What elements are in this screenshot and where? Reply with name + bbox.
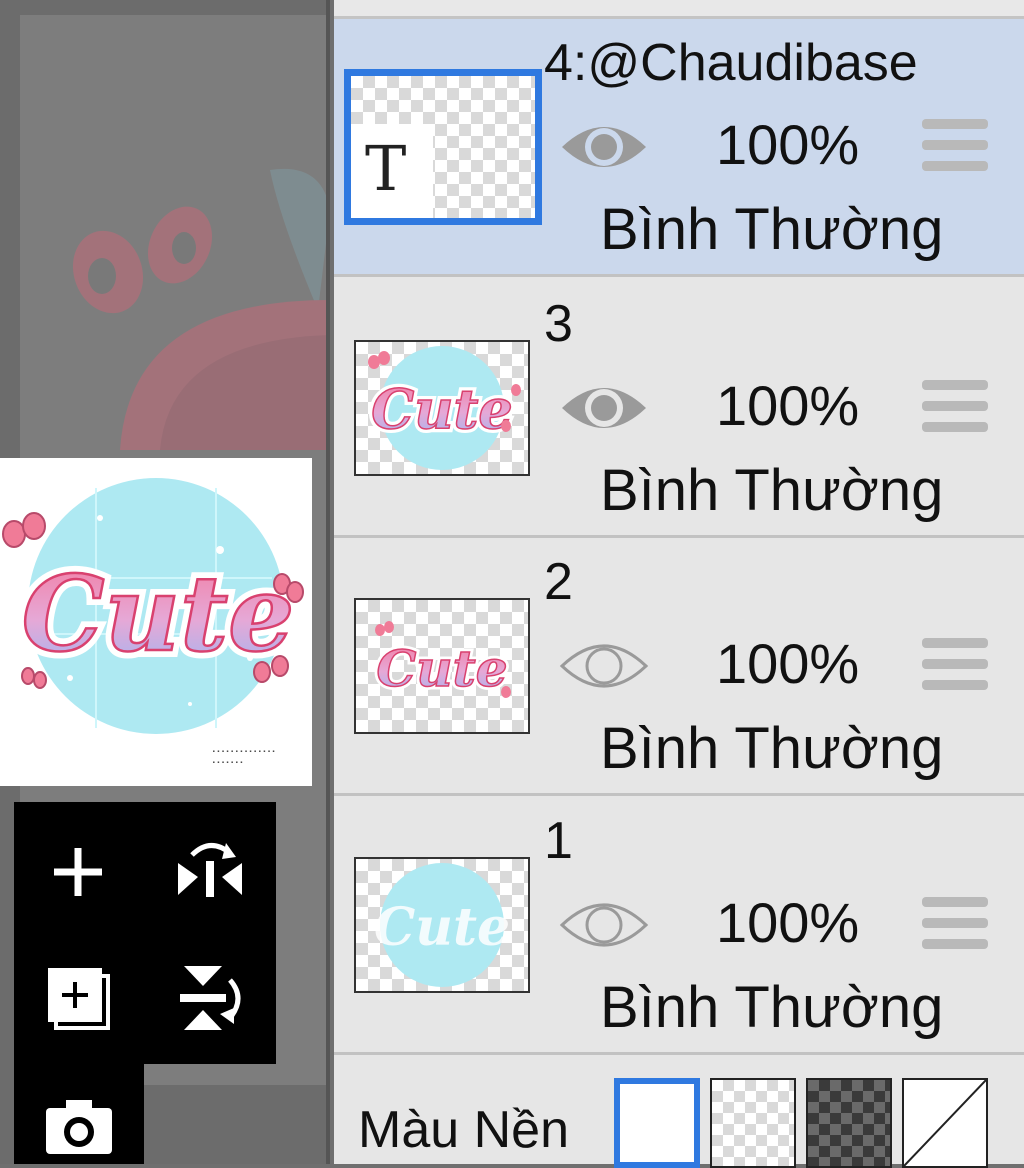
watermark: ▪▪▪▪▪▪▪▪▪▪▪▪▪▪ [212, 748, 277, 755]
eye-open-icon [562, 388, 646, 428]
layer-row-2[interactable]: Cute Cute 2 100% Bình Thường [334, 538, 1024, 796]
layer-tools-panel [14, 802, 276, 1064]
visibility-toggle[interactable] [558, 636, 650, 696]
diagonal-split-icon [904, 1080, 986, 1166]
drag-handle-icon[interactable] [922, 897, 988, 957]
visibility-toggle[interactable] [558, 895, 650, 955]
text-layer-glyph: T [365, 132, 407, 205]
drag-handle-icon[interactable] [922, 380, 988, 440]
camera-icon [46, 1100, 112, 1154]
blend-mode[interactable]: Bình Thường [600, 462, 943, 520]
blend-mode[interactable]: Bình Thường [600, 979, 943, 1037]
eye-closed-icon [559, 644, 649, 688]
drag-handle-icon[interactable] [922, 119, 988, 179]
flip-horizontal-button[interactable] [168, 830, 252, 914]
layer-name: 2 [544, 553, 573, 611]
blend-mode[interactable]: Bình Thường [600, 720, 943, 778]
layer-name: 3 [544, 295, 573, 353]
svg-text:Cute: Cute [22, 552, 295, 675]
visibility-toggle[interactable] [558, 378, 650, 438]
layer-opacity[interactable]: 100% [716, 895, 859, 951]
layer-thumbnail[interactable]: T [344, 69, 542, 225]
blend-mode[interactable]: Bình Thường [600, 201, 943, 259]
layer-row-1[interactable]: Cute 1 100% Bình Thường [334, 797, 1024, 1055]
svg-text:Cute: Cute [371, 377, 513, 441]
layer-thumbnail-art: Cute Cute [367, 346, 521, 470]
layer-opacity[interactable]: 100% [716, 378, 859, 434]
flip-vertical-button[interactable] [168, 956, 252, 1040]
flip-vertical-icon [180, 966, 241, 1030]
background-split-swatch[interactable] [902, 1078, 988, 1168]
layer-panel: T 4:@Chaudibase 100% Bình Thường Cute Cu… [334, 0, 1024, 1168]
layer-thumbnail[interactable]: Cute Cute [354, 598, 530, 734]
background-color-row: Màu Nền [334, 1056, 1024, 1168]
layer-name: 4:@Chaudibase [544, 34, 918, 92]
drag-handle-icon[interactable] [922, 638, 988, 698]
background-dark-checker-swatch[interactable] [806, 1078, 892, 1168]
background-white-swatch[interactable] [614, 1078, 700, 1168]
layer-row-3[interactable]: Cute Cute 3 100% Bình Thường [334, 280, 1024, 538]
layer-panel-top [334, 0, 1024, 19]
add-layer-button[interactable] [36, 830, 120, 914]
svg-text:Cute: Cute [376, 639, 507, 698]
drawing-canvas[interactable]: Cute Cute ▪▪▪▪▪▪▪▪▪▪▪▪▪▪ ▪▪▪▪▪▪▪ [0, 0, 330, 1164]
visibility-toggle[interactable] [558, 117, 650, 177]
camera-button[interactable] [36, 1084, 120, 1164]
add-layer-icon [54, 848, 102, 896]
flip-horizontal-icon [178, 843, 242, 897]
duplicate-layer-button[interactable] [36, 956, 120, 1040]
layer-thumbnail-art: Cute Cute [373, 621, 511, 702]
panel-divider[interactable] [326, 0, 330, 1164]
canvas-preview: Cute Cute ▪▪▪▪▪▪▪▪▪▪▪▪▪▪ ▪▪▪▪▪▪▪ [0, 458, 312, 786]
watermark: ▪▪▪▪▪▪▪ [212, 759, 245, 766]
duplicate-layer-icon [48, 968, 110, 1030]
layer-name: 1 [544, 812, 573, 870]
background-transparent-swatch[interactable] [710, 1078, 796, 1168]
layer-thumbnail-art: Cute [374, 863, 510, 987]
svg-text:Cute: Cute [374, 897, 510, 958]
layer-thumbnail[interactable]: Cute Cute [354, 340, 530, 476]
eye-closed-icon [559, 903, 649, 947]
background-color-label: Màu Nền [358, 1101, 569, 1159]
layer-opacity[interactable]: 100% [716, 117, 859, 173]
layer-thumbnail[interactable]: Cute [354, 857, 530, 993]
layer-opacity[interactable]: 100% [716, 636, 859, 692]
layer-row-4[interactable]: T 4:@Chaudibase 100% Bình Thường [334, 19, 1024, 277]
eye-open-icon [562, 127, 646, 167]
layer-tools-panel-ext [14, 1064, 144, 1164]
